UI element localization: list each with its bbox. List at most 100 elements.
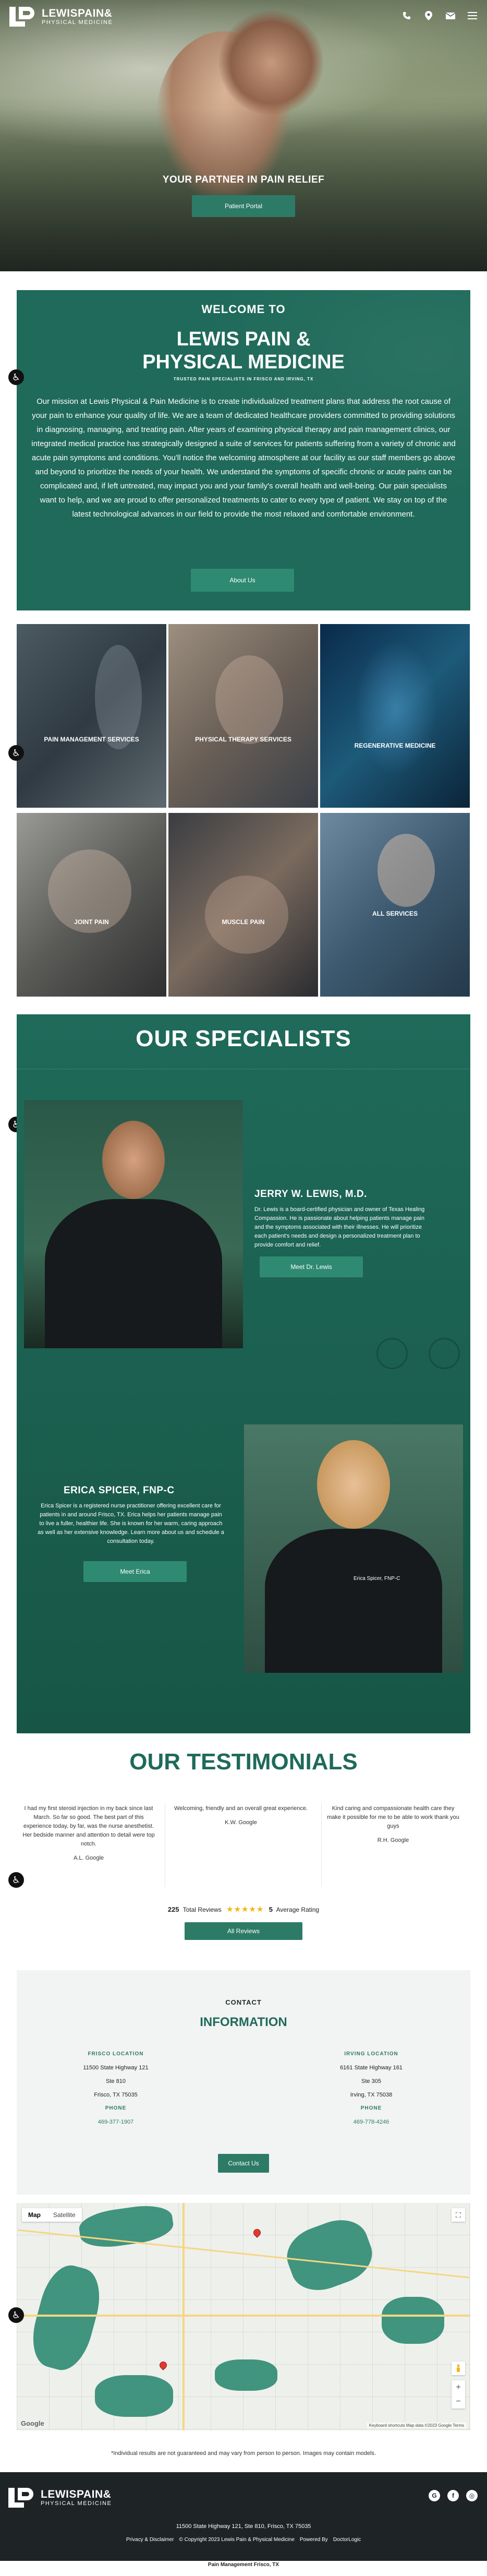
service-tile-muscle-pain[interactable]: MUSCLE PAIN — [168, 813, 318, 997]
service-label: MUSCLE PAIN — [222, 918, 265, 926]
footer-address: 11500 State Highway 121, Ste 810, Frisco… — [176, 2523, 311, 2530]
hero-section: LEWISPAIN& PHYSICAL MEDICINE YOUR PARTNE… — [0, 0, 487, 271]
hero-tagline: YOUR PARTNER IN PAIN RELIEF — [162, 174, 325, 185]
map-tab-satellite[interactable]: Satellite — [47, 2208, 82, 2222]
map-attribution[interactable]: Keyboard shortcuts Map data ©2023 Google… — [367, 2423, 466, 2428]
location-phone[interactable]: 469-377-1907 — [38, 2115, 194, 2129]
zoom-in-icon[interactable]: + — [452, 2380, 465, 2394]
specialist-bio: Erica Spicer is a registered nurse pract… — [38, 1503, 224, 1544]
about-us-button[interactable]: About Us — [191, 569, 294, 592]
street-view-pegman-icon[interactable] — [452, 2362, 465, 2375]
location-icon[interactable] — [422, 9, 435, 22]
welcome-kicker: WELCOME TO — [201, 303, 286, 316]
testimonial-text: I had my first steroid injection in my b… — [22, 1805, 155, 1847]
specialists-section: OUR SPECIALISTS JERRY W. LEWIS, M.D. Dr.… — [17, 1014, 470, 1733]
specialist-photo-jerry-lewis — [24, 1100, 243, 1348]
location-city: Irving, TX 75038 — [350, 2092, 393, 2098]
testimonial-author: K.W. Google — [225, 1819, 257, 1826]
rating-summary: 225 Total Reviews ★★★★★ 5 Average Rating — [0, 1904, 487, 1914]
results-disclaimer: *Individual results are not guaranteed a… — [111, 2450, 376, 2457]
logo-name: LEWISPAIN& — [42, 7, 113, 19]
location-city: Frisco, TX 75035 — [94, 2092, 138, 2098]
location-suite: Ste 305 — [361, 2078, 381, 2084]
accessibility-icon[interactable]: ♿ — [8, 2307, 24, 2323]
instagram-icon[interactable]: ◎ — [466, 2490, 478, 2501]
header-actions — [400, 9, 479, 22]
map-park-area — [95, 2375, 173, 2417]
service-label: PAIN MANAGEMENT SERVICES — [44, 736, 139, 743]
accessibility-icon[interactable]: ♿ — [8, 1872, 24, 1888]
service-tile-all-services[interactable]: ALL SERVICES — [320, 813, 470, 997]
fullscreen-icon[interactable]: ⛶ — [452, 2208, 465, 2222]
map-type-toggle: Map Satellite — [22, 2208, 82, 2222]
specialist-bio: Dr. Lewis is a board-certified physician… — [254, 1206, 425, 1248]
google-icon[interactable]: G — [429, 2490, 440, 2501]
privacy-link[interactable]: Privacy & Disclaimer — [126, 2537, 174, 2543]
social-links: G f ◎ — [429, 2490, 478, 2501]
testimonial-author: R.H. Google — [377, 1837, 409, 1843]
bicycle-wheel-decoration — [429, 1338, 460, 1369]
testimonial-text: Kind caring and compassionate health car… — [327, 1805, 459, 1829]
meet-erica-button[interactable]: Meet Erica — [83, 1561, 187, 1582]
welcome-title-line2: PHYSICAL MEDICINE — [142, 351, 345, 373]
average-rating-label: Average Rating — [276, 1906, 320, 1913]
all-reviews-button[interactable]: All Reviews — [185, 1922, 302, 1940]
service-tile-pain-management[interactable]: PAIN MANAGEMENT SERVICES — [17, 624, 166, 808]
specialist-name: JERRY W. LEWIS, M.D. — [254, 1189, 367, 1200]
testimonial-card: Kind caring and compassionate health car… — [326, 1804, 460, 1845]
location-street: 6161 State Highway 161 — [340, 2065, 403, 2071]
shirt-text: Erica Spicer, FNP-C — [354, 1576, 400, 1581]
map-park-area — [382, 2297, 444, 2344]
service-tile-physical-therapy[interactable]: PHYSICAL THERAPY SERVICES — [168, 624, 318, 808]
menu-icon[interactable] — [466, 9, 479, 22]
footer-seo-text: Pain Management Frisco, TX — [208, 2562, 279, 2568]
contact-title: INFORMATION — [200, 2015, 287, 2029]
facebook-icon[interactable]: f — [447, 2490, 459, 2501]
location-suite: Ste 810 — [106, 2078, 126, 2084]
contact-us-button[interactable]: Contact Us — [218, 2154, 269, 2173]
phone-icon[interactable] — [400, 9, 413, 22]
google-logo: Google — [21, 2419, 44, 2427]
service-tile-regenerative-medicine[interactable]: REGENERATIVE MEDICINE — [320, 624, 470, 808]
specialists-title: OUR SPECIALISTS — [136, 1026, 351, 1051]
specialist-name: ERICA SPICER, FNP-C — [64, 1485, 175, 1496]
map-road — [17, 2315, 470, 2317]
service-label: REGENERATIVE MEDICINE — [354, 742, 436, 749]
accessibility-icon[interactable]: ♿ — [8, 369, 24, 385]
average-rating-value: 5 — [269, 1906, 273, 1913]
testimonial-text: Welcoming, friendly and an overall great… — [174, 1805, 308, 1812]
phone-label: PHONE — [105, 2105, 127, 2111]
specialist-photo-erica-spicer: Erica Spicer, FNP-C — [244, 1424, 463, 1673]
service-label: JOINT PAIN — [74, 918, 109, 926]
logo-mark-icon — [7, 2486, 38, 2510]
service-label: PHYSICAL THERAPY SERVICES — [195, 736, 291, 743]
map-tab-map[interactable]: Map — [22, 2208, 47, 2222]
patient-portal-button[interactable]: Patient Portal — [192, 195, 295, 217]
testimonial-author: A.L. Google — [73, 1855, 104, 1861]
service-tile-joint-pain[interactable]: JOINT PAIN — [17, 813, 166, 997]
site-logo[interactable]: LEWISPAIN& PHYSICAL MEDICINE — [8, 5, 113, 29]
google-map[interactable]: Map Satellite ⛶ + − Google Keyboard shor… — [17, 2203, 470, 2430]
email-icon[interactable] — [444, 9, 457, 22]
star-rating-icon: ★★★★★ — [226, 1905, 264, 1914]
doctorlogic-link[interactable]: DoctorLogic — [333, 2537, 361, 2543]
bicycle-wheel-decoration — [376, 1338, 408, 1369]
location-title: IRVING LOCATION — [344, 2051, 398, 2057]
contact-section: CONTACT INFORMATION FRISCO LOCATION 1150… — [17, 1970, 470, 2195]
logo-subtitle: PHYSICAL MEDICINE — [41, 2500, 112, 2507]
top-navigation: LEWISPAIN& PHYSICAL MEDICINE — [0, 0, 487, 33]
welcome-title-line1: LEWIS PAIN & — [176, 328, 311, 350]
meet-dr-lewis-button[interactable]: Meet Dr. Lewis — [260, 1256, 363, 1277]
review-count-label: Total Reviews — [182, 1906, 222, 1913]
location-frisco: FRISCO LOCATION 11500 State Highway 121 … — [38, 2047, 194, 2129]
testimonial-divider — [321, 1803, 322, 1887]
footer-logo[interactable]: LEWISPAIN& PHYSICAL MEDICINE — [7, 2486, 112, 2510]
welcome-body: Our mission at Lewis Physical & Pain Med… — [31, 397, 456, 519]
map-park-area — [215, 2359, 277, 2391]
powered-by-text: Powered By — [299, 2537, 328, 2543]
zoom-out-icon[interactable]: − — [452, 2394, 465, 2409]
copyright-text: © Copyright 2023 Lewis Pain & Physical M… — [179, 2537, 295, 2543]
accessibility-icon[interactable]: ♿ — [8, 745, 24, 761]
review-count: 225 — [167, 1906, 179, 1913]
location-phone[interactable]: 469-778-4246 — [293, 2115, 449, 2129]
